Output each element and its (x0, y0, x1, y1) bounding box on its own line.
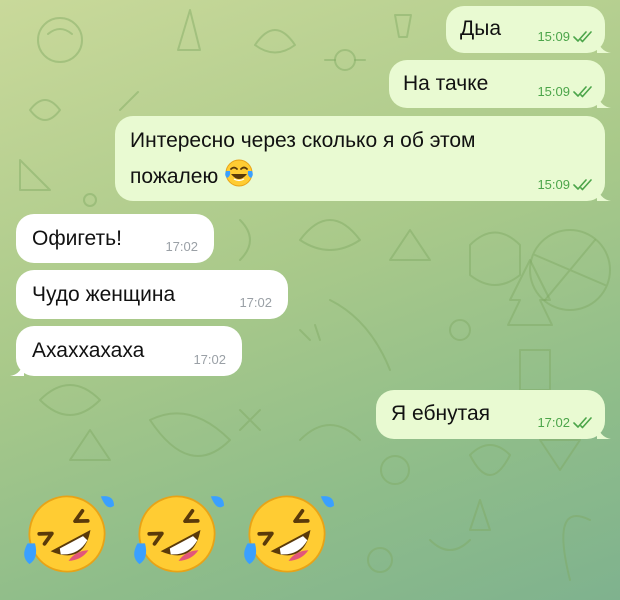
message-meta: 17:02 (537, 415, 593, 430)
double-check-read-icon (573, 85, 592, 97)
message-text: Ахаххахаха (32, 339, 145, 362)
message-meta: 15:09 (537, 177, 593, 192)
message-text: Я ебнутая (391, 402, 491, 425)
double-check-read-icon (573, 416, 592, 428)
message-bubble-outgoing[interactable]: Я ебнутая 17:02 (376, 390, 611, 439)
message-bubble-outgoing[interactable]: Интересно через сколько я об этом пожале… (115, 116, 611, 201)
message-bubble-incoming[interactable]: Ахаххахаха 17:02 (10, 326, 242, 376)
message-meta: 17:02 (239, 295, 272, 310)
bubble-tail (597, 92, 611, 108)
message-bubble-outgoing[interactable]: На тачке 15:09 (389, 60, 611, 108)
message-text: Интересно через сколько я об этом (130, 129, 476, 152)
message-text: Чудо женщина (32, 283, 176, 306)
bubble-tail (597, 185, 611, 201)
message-meta: 15:09 (537, 84, 593, 99)
bubble-tail (597, 423, 611, 439)
message-text: Офигеть! (32, 227, 122, 250)
double-check-read-icon (573, 30, 592, 42)
message-time: 15:09 (537, 84, 570, 99)
message-bubble-incoming[interactable]: Чудо женщина 17:02 (16, 270, 288, 319)
message-text: Дыа (460, 17, 501, 40)
bubble-tail (10, 360, 24, 376)
message-time: 17:02 (165, 239, 198, 254)
message-meta: 17:02 (193, 352, 226, 367)
double-check-read-icon (573, 178, 592, 190)
message-time: 15:09 (537, 29, 570, 44)
rolling-on-the-floor-laughing-icon[interactable] (240, 487, 334, 581)
message-meta: 15:09 (537, 29, 593, 44)
message-text: На тачке (403, 72, 489, 95)
message-time: 17:02 (239, 295, 272, 310)
bubble-tail (597, 37, 611, 53)
rolling-on-the-floor-laughing-icon[interactable] (20, 487, 114, 581)
message-time: 15:09 (537, 177, 570, 192)
message-time: 17:02 (537, 415, 570, 430)
message-meta: 17:02 (165, 239, 198, 254)
rolling-on-the-floor-laughing-icon[interactable] (130, 487, 224, 581)
face-with-tears-of-joy-icon (225, 159, 253, 187)
message-bubble-incoming[interactable]: Офигеть! 17:02 (16, 214, 214, 263)
message-text-line2: пожалею (130, 158, 254, 193)
message-text-continued: пожалею (130, 165, 219, 188)
message-time: 17:02 (193, 352, 226, 367)
message-bubble-outgoing[interactable]: Дыа 15:09 (446, 6, 611, 53)
